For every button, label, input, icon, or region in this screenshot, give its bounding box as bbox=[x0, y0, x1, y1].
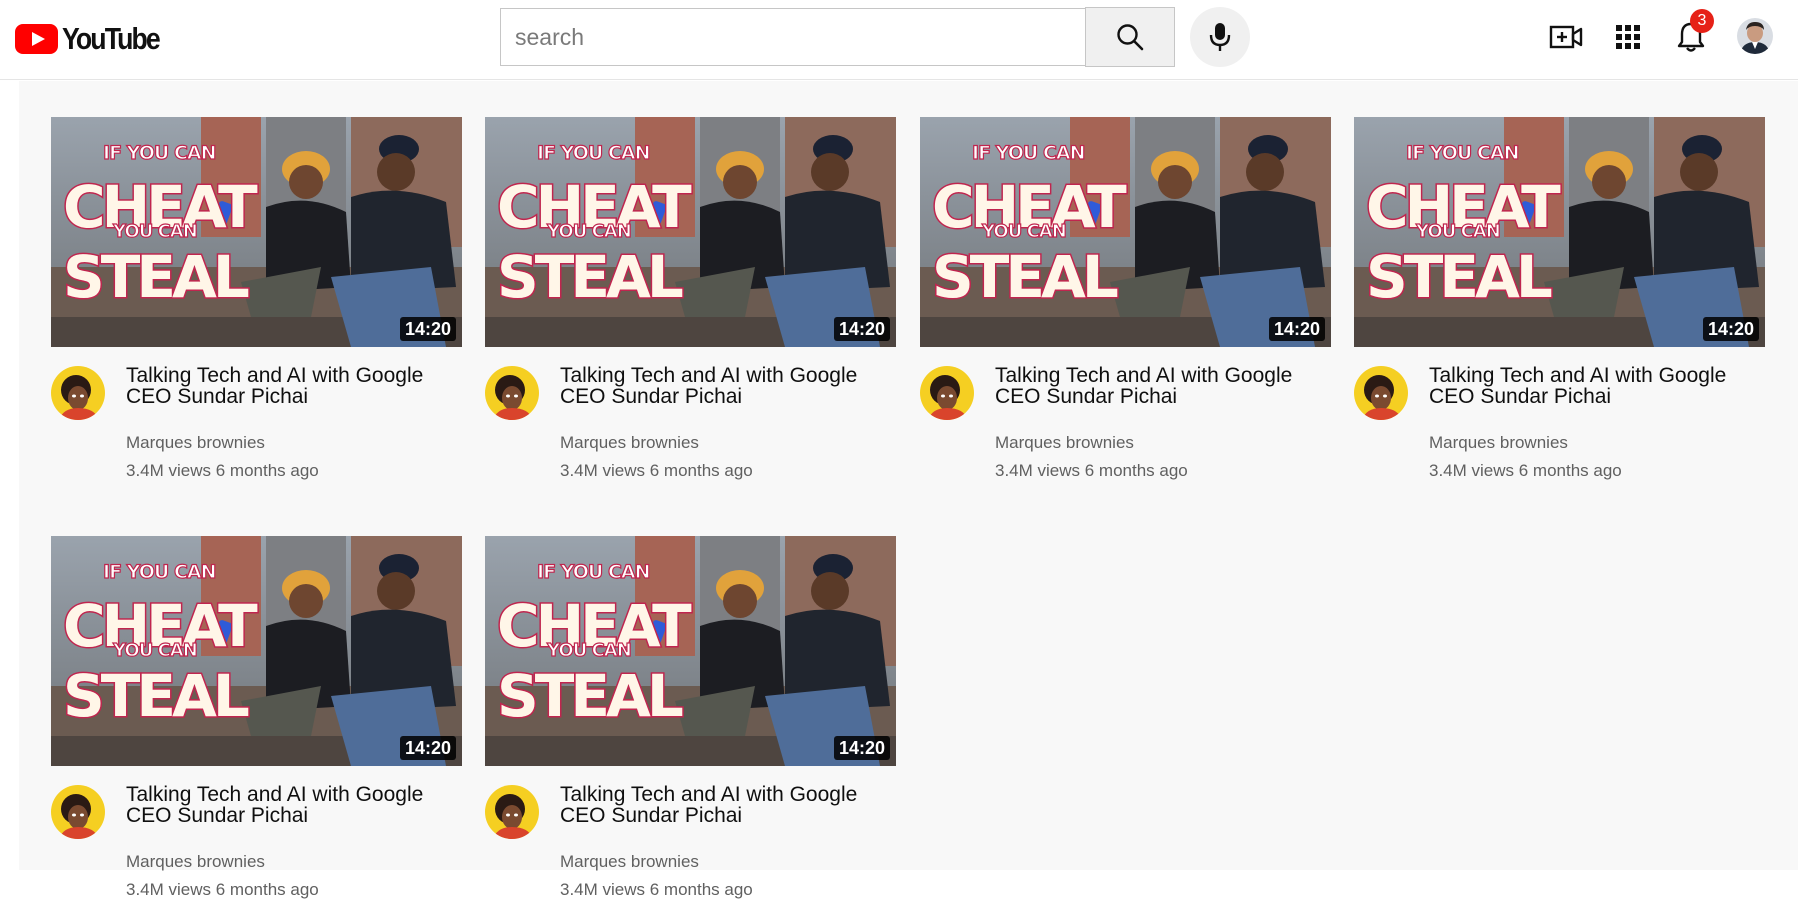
svg-text:YOU CAN: YOU CAN bbox=[112, 221, 197, 242]
svg-text:YOU CAN: YOU CAN bbox=[546, 221, 631, 242]
channel-name[interactable]: Marques brownies bbox=[560, 433, 699, 453]
video-title[interactable]: Talking Tech and AI with Google CEO Sund… bbox=[995, 365, 1331, 407]
video-title[interactable]: Talking Tech and AI with Google CEO Sund… bbox=[560, 784, 896, 826]
svg-text:STEAL: STEAL bbox=[63, 662, 249, 730]
thumbnail-image: IF YOU CANCHEATYOU CANSTEAL bbox=[920, 117, 1331, 347]
video-title[interactable]: Talking Tech and AI with Google CEO Sund… bbox=[126, 784, 462, 826]
thumbnail-image: IF YOU CANCHEATYOU CANSTEAL bbox=[51, 117, 462, 347]
channel-avatar-image bbox=[920, 366, 974, 420]
video-meta: 3.4M views 6 months ago bbox=[126, 461, 319, 480]
video-title[interactable]: Talking Tech and AI with Google CEO Sund… bbox=[126, 365, 462, 407]
video-thumbnail[interactable]: IF YOU CAN CHEAT YOU CAN STEAL 14:20 bbox=[485, 536, 896, 766]
svg-text:IF YOU CAN: IF YOU CAN bbox=[103, 142, 216, 164]
video-thumbnail[interactable]: IF YOU CAN CHEAT YOU CAN STEAL 14:20 bbox=[51, 117, 462, 347]
video-meta: 3.4M views 6 months ago bbox=[560, 880, 753, 899]
youtube-wordmark: YouTube bbox=[62, 21, 161, 56]
svg-text:STEAL: STEAL bbox=[932, 243, 1118, 311]
apps-grid-icon bbox=[1616, 25, 1640, 49]
video-card[interactable]: IF YOU CAN CHEAT YOU CAN STEAL 14:20 Talking … bbox=[485, 117, 896, 480]
video-card[interactable]: IF YOU CAN CHEAT YOU CAN STEAL 14:20 Talking … bbox=[51, 117, 462, 480]
video-meta: 3.4M views 6 months ago bbox=[995, 461, 1188, 480]
youtube-logo[interactable]: YouTube bbox=[15, 19, 175, 59]
channel-avatar[interactable] bbox=[485, 785, 539, 839]
video-meta: 3.4M views 6 months ago bbox=[560, 461, 753, 480]
channel-avatar[interactable] bbox=[485, 366, 539, 420]
video-thumbnail[interactable]: IF YOU CAN CHEAT YOU CAN STEAL 14:20 bbox=[920, 117, 1331, 347]
svg-text:YOU CAN: YOU CAN bbox=[981, 221, 1066, 242]
thumbnail-image: IF YOU CANCHEATYOU CANSTEAL bbox=[51, 536, 462, 766]
duration-badge: 14:20 bbox=[1702, 317, 1759, 341]
channel-avatar[interactable] bbox=[51, 366, 105, 420]
channel-avatar-image bbox=[51, 785, 105, 839]
channel-name[interactable]: Marques brownies bbox=[126, 852, 265, 872]
svg-text:IF YOU CAN: IF YOU CAN bbox=[537, 561, 650, 583]
duration-badge: 14:20 bbox=[833, 736, 890, 760]
thumbnail-image: IF YOU CANCHEATYOU CANSTEAL bbox=[485, 536, 896, 766]
video-title[interactable]: Talking Tech and AI with Google CEO Sund… bbox=[560, 365, 896, 407]
search-button[interactable] bbox=[1085, 7, 1175, 67]
video-card[interactable]: IF YOU CAN CHEAT YOU CAN STEAL 14:20 Talking … bbox=[485, 536, 896, 899]
search-input[interactable] bbox=[501, 9, 1085, 65]
channel-avatar[interactable] bbox=[920, 366, 974, 420]
svg-text:YOU CAN: YOU CAN bbox=[1415, 221, 1500, 242]
channel-avatar-image bbox=[485, 785, 539, 839]
duration-badge: 14:20 bbox=[833, 317, 890, 341]
video-meta: 3.4M views 6 months ago bbox=[1429, 461, 1622, 480]
svg-text:STEAL: STEAL bbox=[1366, 243, 1552, 311]
svg-text:STEAL: STEAL bbox=[497, 662, 683, 730]
channel-name[interactable]: Marques brownies bbox=[126, 433, 265, 453]
channel-name[interactable]: Marques brownies bbox=[995, 433, 1134, 453]
video-title[interactable]: Talking Tech and AI with Google CEO Sund… bbox=[1429, 365, 1765, 407]
thumbnail-image: IF YOU CANCHEATYOU CANSTEAL bbox=[485, 117, 896, 347]
apps-button[interactable] bbox=[1608, 17, 1648, 57]
duration-badge: 14:20 bbox=[1268, 317, 1325, 341]
video-thumbnail[interactable]: IF YOU CAN CHEAT YOU CAN STEAL 14:20 bbox=[1354, 117, 1765, 347]
notification-count-badge: 3 bbox=[1690, 9, 1714, 33]
microphone-icon bbox=[1209, 23, 1231, 51]
channel-avatar[interactable] bbox=[1354, 366, 1408, 420]
duration-badge: 14:20 bbox=[399, 736, 456, 760]
channel-avatar-image bbox=[1354, 366, 1408, 420]
svg-text:STEAL: STEAL bbox=[63, 243, 249, 311]
top-header: YouTube search 3 bbox=[0, 0, 1798, 80]
channel-avatar-image bbox=[485, 366, 539, 420]
svg-text:IF YOU CAN: IF YOU CAN bbox=[1406, 142, 1519, 164]
channel-avatar[interactable] bbox=[51, 785, 105, 839]
user-avatar-image bbox=[1737, 18, 1773, 54]
search-box bbox=[500, 8, 1085, 66]
video-card[interactable]: IF YOU CAN CHEAT YOU CAN STEAL 14:20 Talking … bbox=[920, 117, 1331, 480]
user-avatar[interactable] bbox=[1737, 18, 1773, 54]
video-thumbnail[interactable]: IF YOU CAN CHEAT YOU CAN STEAL 14:20 bbox=[51, 536, 462, 766]
duration-badge: 14:20 bbox=[399, 317, 456, 341]
video-thumbnail[interactable]: IF YOU CAN CHEAT YOU CAN STEAL 14:20 bbox=[485, 117, 896, 347]
search-icon bbox=[1117, 24, 1144, 51]
channel-name[interactable]: Marques brownies bbox=[1429, 433, 1568, 453]
video-grid: IF YOU CAN CHEAT YOU CAN STEAL 14:20 Talking … bbox=[19, 81, 1798, 899]
svg-text:IF YOU CAN: IF YOU CAN bbox=[972, 142, 1085, 164]
channel-avatar-image bbox=[51, 366, 105, 420]
svg-text:IF YOU CAN: IF YOU CAN bbox=[103, 561, 216, 583]
video-meta: 3.4M views 6 months ago bbox=[126, 880, 319, 899]
svg-text:STEAL: STEAL bbox=[497, 243, 683, 311]
svg-text:YOU CAN: YOU CAN bbox=[112, 640, 197, 661]
youtube-logo-icon bbox=[15, 24, 58, 54]
voice-search-button[interactable] bbox=[1190, 7, 1250, 67]
create-video-icon bbox=[1549, 25, 1583, 49]
svg-text:IF YOU CAN: IF YOU CAN bbox=[537, 142, 650, 164]
video-card[interactable]: IF YOU CAN CHEAT YOU CAN STEAL 14:20 Talking … bbox=[1354, 117, 1765, 480]
channel-name[interactable]: Marques brownies bbox=[560, 852, 699, 872]
video-card[interactable]: IF YOU CAN CHEAT YOU CAN STEAL 14:20 Talking … bbox=[51, 536, 462, 899]
svg-text:YOU CAN: YOU CAN bbox=[546, 640, 631, 661]
create-button[interactable] bbox=[1546, 17, 1586, 57]
thumbnail-image: IF YOU CANCHEATYOU CANSTEAL bbox=[1354, 117, 1765, 347]
